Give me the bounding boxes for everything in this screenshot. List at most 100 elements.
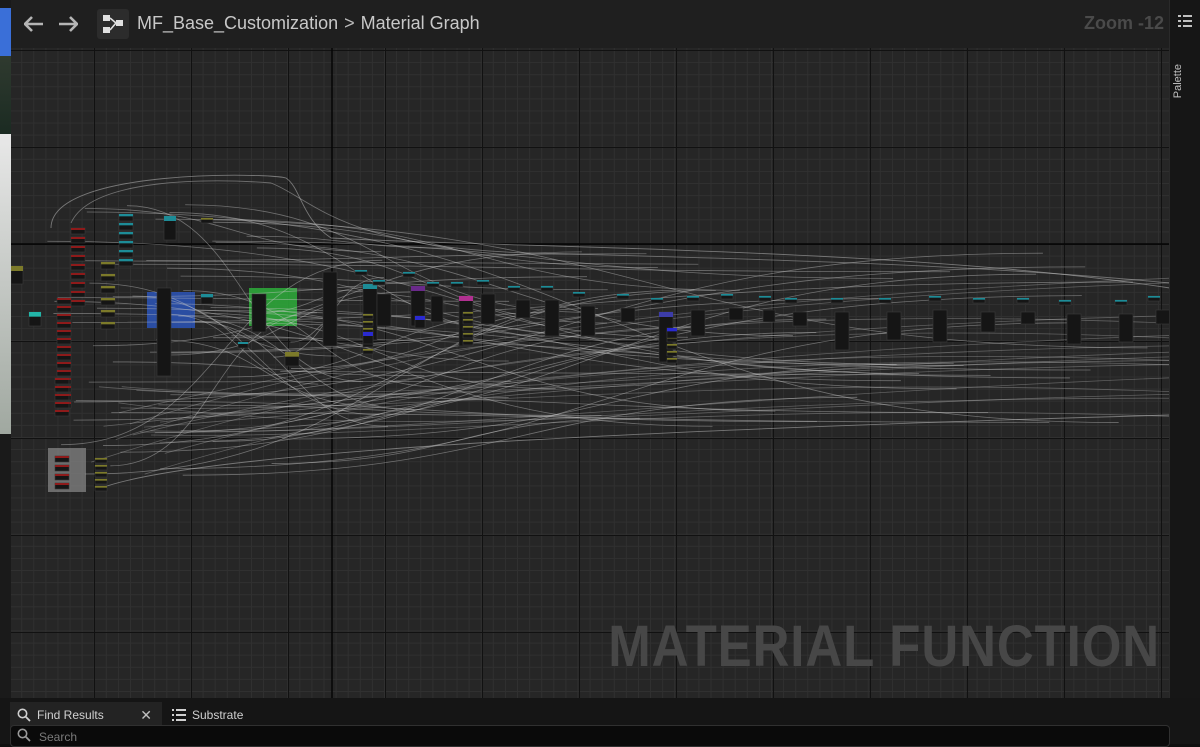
material-node[interactable] — [544, 299, 560, 337]
material-graph-canvas[interactable]: MATERIAL FUNCTION — [11, 48, 1170, 698]
texture-node-header[interactable] — [201, 294, 213, 298]
material-node[interactable] — [762, 309, 776, 323]
constant-node-header[interactable] — [463, 340, 473, 342]
constant-node-header[interactable] — [95, 486, 107, 488]
input-pin-node-header[interactable] — [651, 298, 663, 300]
input-pin-node-header[interactable] — [929, 296, 941, 298]
parameter-node-header[interactable] — [55, 410, 69, 412]
input-pin-node-header[interactable] — [508, 286, 520, 288]
math-node[interactable] — [251, 293, 267, 333]
input-pin-node-header[interactable] — [573, 292, 585, 294]
texture-node-header[interactable] — [119, 259, 133, 262]
large-math-node[interactable] — [156, 287, 172, 377]
constant-node-header[interactable] — [95, 479, 107, 481]
search-input[interactable] — [37, 728, 1141, 746]
material-node-header[interactable] — [659, 312, 673, 317]
parameter-node-header[interactable] — [71, 291, 85, 293]
constant-node-header[interactable] — [95, 465, 107, 467]
input-pin-node-header[interactable] — [687, 296, 699, 298]
math-node[interactable] — [322, 271, 338, 347]
constant-node-header[interactable] — [463, 333, 473, 335]
material-node[interactable] — [480, 293, 496, 325]
material-node[interactable] — [376, 293, 392, 327]
input-pin-node-header[interactable] — [355, 270, 367, 272]
material-node[interactable] — [1020, 311, 1036, 325]
parameter-node-header[interactable] — [57, 338, 71, 340]
input-pin-node-header[interactable] — [403, 272, 415, 274]
texture-node-header[interactable] — [119, 223, 133, 226]
texture-node-header[interactable] — [119, 214, 133, 217]
constant-node-header[interactable] — [363, 321, 373, 323]
parameter-node-header[interactable] — [57, 314, 71, 316]
constant-node-header[interactable] — [101, 322, 115, 325]
texture-node-header[interactable] — [119, 232, 133, 235]
parameter-node-header[interactable] — [55, 402, 69, 404]
texture-node-header[interactable] — [164, 216, 176, 221]
parameter-node-header[interactable] — [57, 330, 71, 332]
constant-node-header[interactable] — [95, 472, 107, 474]
material-node-header[interactable] — [411, 286, 425, 291]
material-node[interactable] — [620, 307, 636, 323]
material-node[interactable] — [980, 311, 996, 333]
input-pin-node-header[interactable] — [541, 286, 553, 288]
constant-node-header[interactable] — [101, 298, 115, 301]
constant-node-header[interactable] — [95, 458, 107, 460]
parameter-node-header[interactable] — [55, 483, 69, 485]
color-node-header[interactable] — [667, 328, 677, 332]
material-node[interactable] — [430, 295, 444, 323]
material-node[interactable] — [580, 305, 596, 337]
constant-node-header[interactable] — [667, 351, 677, 353]
material-node-header[interactable] — [459, 296, 473, 301]
input-pin-node-header[interactable] — [427, 282, 439, 284]
graph-nodes-and-wires[interactable] — [11, 48, 1170, 698]
parameter-node-header[interactable] — [57, 346, 71, 348]
texture-node-header[interactable] — [238, 342, 248, 344]
parameter-node-header[interactable] — [55, 386, 69, 388]
constant-node-header[interactable] — [201, 218, 213, 220]
texture-node-header[interactable] — [119, 250, 133, 253]
constant-node-header[interactable] — [463, 326, 473, 328]
constant-node-header[interactable] — [285, 352, 299, 357]
parameter-node-header[interactable] — [57, 354, 71, 356]
input-pin-node-header[interactable] — [759, 296, 771, 298]
material-node[interactable] — [515, 299, 531, 319]
material-node[interactable] — [1155, 309, 1170, 325]
parameter-node-header[interactable] — [71, 246, 85, 248]
parameter-node-header[interactable] — [57, 306, 71, 308]
material-node[interactable] — [690, 309, 706, 337]
constant-node-header[interactable] — [667, 358, 677, 360]
constant-node-header[interactable] — [101, 274, 115, 277]
parameter-node-header[interactable] — [71, 282, 85, 284]
constant-node-header[interactable] — [463, 319, 473, 321]
texture-node-header[interactable] — [119, 241, 133, 244]
input-pin-node-header[interactable] — [879, 298, 891, 300]
material-node[interactable] — [932, 309, 948, 343]
parameter-node-header[interactable] — [57, 362, 71, 364]
parameter-node-header[interactable] — [71, 255, 85, 257]
material-node[interactable] — [1066, 313, 1082, 345]
constant-node-header[interactable] — [667, 344, 677, 346]
input-pin-node-header[interactable] — [973, 298, 985, 300]
parameter-node-header[interactable] — [55, 465, 69, 467]
breadcrumb-graph[interactable]: Material Graph — [361, 13, 480, 33]
parameter-node-header[interactable] — [57, 322, 71, 324]
constant-node-header[interactable] — [363, 314, 373, 316]
input-pin-node-header[interactable] — [785, 298, 797, 300]
color-node-header[interactable] — [363, 332, 373, 336]
input-pin-node-header[interactable] — [721, 294, 733, 296]
parameter-node-header[interactable] — [55, 394, 69, 396]
constant-node-header[interactable] — [463, 312, 473, 314]
input-pin-node-header[interactable] — [617, 294, 629, 296]
input-pin-node-header[interactable] — [1115, 300, 1127, 302]
input-pin-node-header[interactable] — [831, 298, 843, 300]
output-node-header[interactable] — [29, 312, 41, 317]
material-node[interactable] — [834, 311, 850, 351]
input-pin-node-header[interactable] — [477, 280, 489, 282]
material-node[interactable] — [792, 311, 808, 327]
parameter-node-header[interactable] — [71, 273, 85, 275]
forward-button[interactable] — [53, 10, 83, 38]
parameter-node-header[interactable] — [55, 456, 69, 458]
constant-node-header[interactable] — [101, 310, 115, 313]
input-pin-node-header[interactable] — [1059, 300, 1071, 302]
color-node-header[interactable] — [415, 316, 425, 320]
